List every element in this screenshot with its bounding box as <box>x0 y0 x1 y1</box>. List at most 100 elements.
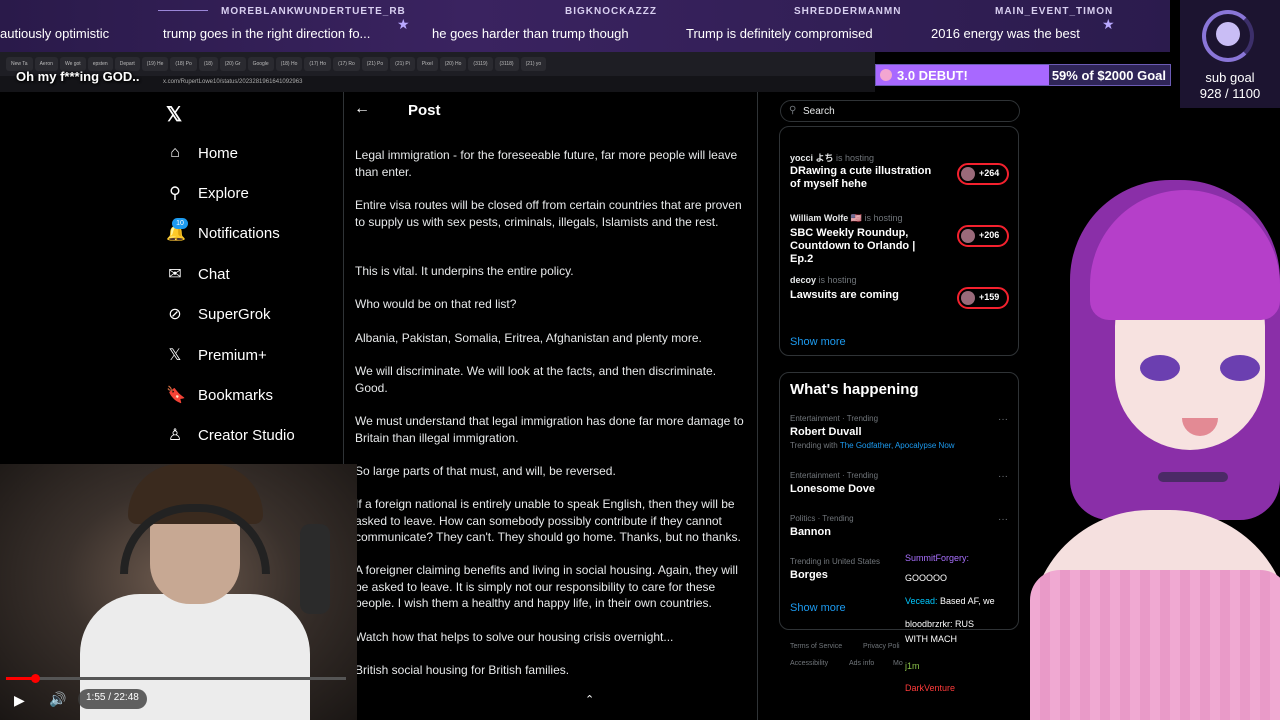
stream-alert: Oh my f***ing GOD.. <box>16 69 140 84</box>
browser-tab[interactable]: (18) <box>198 57 218 71</box>
more-icon[interactable]: ··· <box>998 414 1008 425</box>
nav-explore[interactable]: ⚲ Explore <box>166 180 249 206</box>
post-paragraph: This is vital. It underpins the entire p… <box>355 264 574 278</box>
volume-icon[interactable]: 🔊 <box>49 691 66 708</box>
show-more-link[interactable]: Show more <box>790 336 846 348</box>
more-icon[interactable]: ··· <box>998 514 1008 525</box>
post-header: ← Post <box>344 92 757 130</box>
nav-label: Premium+ <box>198 346 267 364</box>
creator-icon: ♙ <box>167 427 183 444</box>
chat-line: SummitForgery: <box>905 553 970 563</box>
chat-line: GOOOOO <box>905 573 948 583</box>
vtuber-avatar <box>1030 150 1280 720</box>
hosting-space[interactable]: decoy is hosting Lawsuits are coming +15… <box>790 275 1012 319</box>
nav-label: Chat <box>198 265 230 283</box>
bookmark-icon: 🔖 <box>166 387 186 404</box>
nav-bookmarks[interactable]: 🔖 Bookmarks <box>166 382 273 408</box>
browser-tab[interactable]: (21) Po <box>361 57 389 71</box>
footer-link[interactable]: Privacy Poli <box>863 643 900 650</box>
goal-label: 3.0 DEBUT! <box>897 68 968 83</box>
nav-notifications[interactable]: 🔔 10 Notifications <box>166 218 280 246</box>
sub-goal-widget: sub goal 928 / 1100 <box>1180 0 1280 108</box>
listener-pill[interactable]: +264 <box>957 163 1009 185</box>
grok-icon: ⊘ <box>168 306 182 323</box>
trend-context: Trending with The Godfather, Apocalypse … <box>790 441 955 450</box>
footer-link[interactable]: Terms of Service <box>790 643 842 650</box>
chevron-up-icon[interactable]: ⌃ <box>585 693 594 706</box>
browser-tab[interactable]: (18) Ho <box>275 57 303 71</box>
chat-line: bloodbrzrkr: RUS <box>905 619 975 629</box>
post-paragraph: Who would be on that red list? <box>355 297 517 311</box>
trend-title: Bannon <box>790 526 831 538</box>
browser-tab[interactable]: (20) Gr <box>219 57 246 71</box>
post-paragraph: Entire visa routes will be closed off fr… <box>355 198 742 229</box>
footer-link[interactable]: Ads info <box>849 660 874 667</box>
video-player-controls: ▶ 🔊 1:55 / 22:48 <box>0 672 357 720</box>
trend-item[interactable]: Politics · Trending Bannon ··· <box>790 514 1012 538</box>
search-input[interactable]: ⚲ Search <box>780 100 1020 122</box>
space-title: Lawsuits are coming <box>790 289 899 301</box>
browser-tab[interactable]: (17) Ho <box>304 57 332 71</box>
address-url[interactable]: x.com/RupertLowe10/status/20232819616410… <box>163 79 302 85</box>
trend-item[interactable]: Entertainment · Trending Lonesome Dove ·… <box>790 471 1012 495</box>
post-paragraph: If a foreign national is entirely unable… <box>355 497 741 545</box>
post-paragraph: Watch how that helps to solve our housin… <box>355 630 674 644</box>
browser-tab[interactable]: (3119) <box>468 57 493 71</box>
post-paragraph: British social housing for British famil… <box>355 663 570 677</box>
nav-premium[interactable]: 𝕏 Premium+ <box>166 342 267 368</box>
listener-pill[interactable]: +159 <box>957 287 1009 309</box>
search-icon: ⚲ <box>169 185 181 202</box>
listener-pill[interactable]: +206 <box>957 225 1009 247</box>
star-icon: ★ <box>397 16 410 32</box>
back-arrow-icon[interactable]: ← <box>354 100 370 118</box>
chat-line: WITH MACH <box>905 634 957 644</box>
nav-supergrok[interactable]: ⊘ SuperGrok <box>166 301 271 327</box>
browser-tab[interactable]: (21) yo <box>520 57 547 71</box>
ticker-message: autiously optimistic <box>0 26 110 41</box>
hosting-space[interactable]: William Wolfe 🇺🇸 is hosting SBC Weekly R… <box>790 213 1012 265</box>
x-logo-icon[interactable]: 𝕏 <box>166 102 182 127</box>
nav-label: SuperGrok <box>198 305 271 323</box>
browser-tab[interactable]: (3118) <box>494 57 519 71</box>
post-paragraph: Albania, Pakistan, Somalia, Eritrea, Afg… <box>355 331 702 345</box>
browser-tab[interactable]: Google <box>247 57 274 71</box>
browser-tab[interactable]: (18) Po <box>170 57 197 71</box>
seek-track[interactable] <box>6 677 346 680</box>
nav-home[interactable]: ⌂ Home <box>166 140 238 166</box>
nav-label: Creator Studio <box>198 426 295 444</box>
listener-count: +206 <box>979 230 1000 240</box>
post-paragraph: So large parts of that must, and will, b… <box>355 464 616 478</box>
hosting-space[interactable]: yocci よち is hosting DRawing a cute illus… <box>790 151 1012 195</box>
more-icon[interactable]: ··· <box>998 471 1008 482</box>
goal-amount: 59% of $2000 Goal <box>1051 68 1166 83</box>
browser-tab[interactable]: (20) Ho <box>439 57 467 71</box>
browser-tab[interactable]: (17) Ro <box>333 57 360 71</box>
nav-creator-studio[interactable]: ♙ Creator Studio <box>166 422 295 448</box>
footer-link[interactable]: Mo <box>893 660 903 667</box>
space-title: SBC Weekly Roundup, Countdown to Orlando… <box>790 227 916 265</box>
nav-label: Home <box>198 144 239 162</box>
nav-chat[interactable]: ✉ Chat <box>166 261 230 287</box>
sub-goal-count: 928 / 1100 <box>1199 86 1261 101</box>
goal-icon <box>880 69 892 81</box>
ticker-item: MAIN_EVENT_TIMON <box>995 0 1115 52</box>
trend-title: Robert Duvall <box>790 426 862 438</box>
page-title: Post <box>408 102 441 119</box>
play-icon[interactable]: ▶ <box>14 692 25 709</box>
footer-link[interactable]: Accessibility <box>790 660 828 667</box>
chat-line: j1m <box>905 661 920 671</box>
avatar <box>961 229 975 243</box>
ticker-message: Trump is definitely compromised <box>686 26 873 41</box>
listener-count: +264 <box>979 168 1000 178</box>
microphone <box>300 524 330 614</box>
show-more-link[interactable]: Show more <box>790 602 846 614</box>
trend-item[interactable]: Entertainment · Trending Robert Duvall T… <box>790 414 1012 450</box>
browser-tab[interactable]: (19) He <box>141 57 169 71</box>
browser-tab[interactable]: Pixel <box>416 57 438 71</box>
ticker-message: trump goes in the right direction fo... <box>163 26 371 41</box>
seek-handle[interactable] <box>30 674 40 683</box>
chat-line: Vecead: Based AF, we <box>905 596 995 606</box>
mascot-icon <box>1216 22 1240 46</box>
browser-tab[interactable]: (21) Pi <box>390 57 415 71</box>
ticker-username: SHREDDERMANMN <box>794 6 902 17</box>
